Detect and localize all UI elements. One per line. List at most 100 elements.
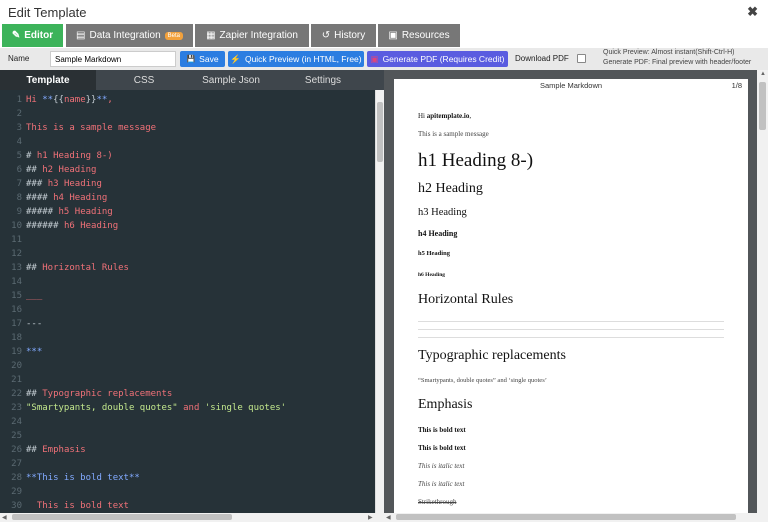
code-token: ## [26,445,43,455]
code-text: ## Horizontal Rules [26,261,129,275]
code-token: **This is bold text** [26,473,140,483]
toolbar: Name 💾 Save ⚡ Quick Preview (in HTML, Fr… [0,48,768,70]
greeting-name: apitemplate.io [426,112,470,120]
code-line: 21 [0,373,375,387]
line-number: 21 [11,375,22,385]
code-token: h3 Heading [47,179,102,189]
code-token: , [107,95,113,105]
pencil-icon: ✎ [11,30,21,41]
line-number: 30 [11,501,22,511]
code-token: This is bold text [26,501,129,511]
line-number: 28 [11,473,22,483]
history-icon: ↺ [321,30,331,41]
code-text: "Smartypants, double quotes" and 'single… [26,401,286,415]
generate-pdf-button[interactable]: ▣ Generate PDF (Requires Credit) [367,51,508,67]
database-icon: ▤ [76,30,86,41]
generate-pdf-hint: Generate PDF: Final preview with header/… [603,59,752,66]
preview-h5: h5 Heading [418,250,450,257]
lightning-icon: ⚡ [230,53,241,64]
subtab-settings[interactable]: Settings [270,70,376,90]
code-text: --- [26,317,42,331]
code-line: 29 [0,485,375,499]
preview-bold-text: This is bold text [418,444,466,452]
scroll-thumb[interactable] [377,102,383,162]
editor-horizontal-scrollbar[interactable]: ◀ ▶ [0,513,384,522]
tab-label: Editor [24,30,54,41]
tab-zapier-integration[interactable]: ▦ Zapier Integration [195,24,309,47]
save-button[interactable]: 💾 Save [180,51,225,67]
code-text: ### h3 Heading [26,177,102,191]
quick-preview-hint: Quick Preview: Almost instant(Shift-Ctrl… [603,49,735,56]
code-token: Hi [26,95,43,105]
line-number: 7 [16,179,22,189]
code-line: 16 [0,303,375,317]
code-text: #### h4 Heading [26,191,107,205]
tab-history[interactable]: ↺ History [311,24,376,47]
code-token: and [177,403,205,413]
scroll-thumb[interactable] [396,514,736,520]
preview-message: This is a sample message [418,130,489,138]
save-label: Save [199,54,219,64]
subtab-css[interactable]: CSS [96,70,192,90]
preview-title: Sample Markdown [539,81,603,90]
scroll-left-icon[interactable]: ◀ [2,514,7,521]
line-number: 22 [11,389,22,399]
editor-vertical-scrollbar[interactable] [375,90,384,513]
code-token: ** [96,95,108,105]
line-number: 11 [11,235,22,245]
preview-h1: h1 Heading 8-) [418,150,534,171]
line-number: 13 [11,263,22,273]
code-token: ## [26,389,43,399]
code-line: 19 *** [0,345,375,359]
pdf-icon: ▣ [370,53,379,64]
scroll-thumb[interactable] [759,82,766,130]
preview-emphasis-heading: Emphasis [418,397,473,412]
scroll-up-icon[interactable]: ▲ [760,71,766,77]
main-tabs: ✎ Editor ▤ Data Integration Beta ▦ Zapie… [0,24,768,48]
editor-subtabs: Template CSS Sample Json Settings [0,70,384,90]
preview-strikethrough-text: Strikethrough [418,498,457,506]
code-line: 2 [0,107,375,121]
line-number: 5 [16,151,22,161]
subtab-template[interactable]: Template [0,70,96,90]
code-token: Horizontal Rules [42,263,129,273]
code-line: 13 ## Horizontal Rules [0,261,375,275]
template-name-input[interactable] [50,51,176,67]
scroll-thumb[interactable] [12,514,232,520]
close-icon[interactable]: ✖ [747,4,758,20]
line-number: 18 [11,333,22,343]
code-line: 7 ### h3 Heading [0,177,375,191]
dialog-title: Edit Template [8,5,87,20]
code-line: 5 # h1 Heading 8-) [0,149,375,163]
scroll-left-icon[interactable]: ◀ [386,514,391,521]
subtab-sample-json[interactable]: Sample Json [192,70,270,90]
code-token: {{ [53,95,64,105]
code-token: Typographic replacements [42,389,173,399]
download-pdf-checkbox[interactable] [577,54,586,63]
preview-vertical-scrollbar[interactable]: ▲ [757,70,768,522]
tab-resources[interactable]: ▣ Resources [378,24,460,47]
scroll-right-icon[interactable]: ▶ [368,514,373,521]
quick-preview-button[interactable]: ⚡ Quick Preview (in HTML, Free) [228,51,364,67]
code-text: ## Emphasis [26,443,86,457]
code-token: ## [26,165,43,175]
code-line: 6 ## h2 Heading [0,163,375,177]
preview-h2: h2 Heading [418,181,483,196]
preview-horizontal-scrollbar[interactable]: ◀ [384,513,757,522]
code-line: 8 #### h4 Heading [0,191,375,205]
code-editor[interactable]: 1 Hi **{{name}}**, 2 3 This is a sample mess… [0,90,375,513]
code-line: 25 [0,429,375,443]
line-number: 27 [11,459,22,469]
download-pdf-label: Download PDF [515,54,569,63]
tab-editor[interactable]: ✎ Editor [2,24,63,47]
tab-data-integration[interactable]: ▤ Data Integration Beta [66,24,193,47]
generate-pdf-label: Generate PDF (Requires Credit) [382,54,505,64]
code-token: ** [42,95,54,105]
code-line: 9 ##### h5 Heading [0,205,375,219]
code-text: ##### h5 Heading [26,205,113,219]
preview-bold-text: This is bold text [418,426,466,434]
page-number: 1/8 [731,81,742,90]
code-line: 20 [0,359,375,373]
line-number: 25 [11,431,22,441]
line-number: 1 [16,95,22,105]
